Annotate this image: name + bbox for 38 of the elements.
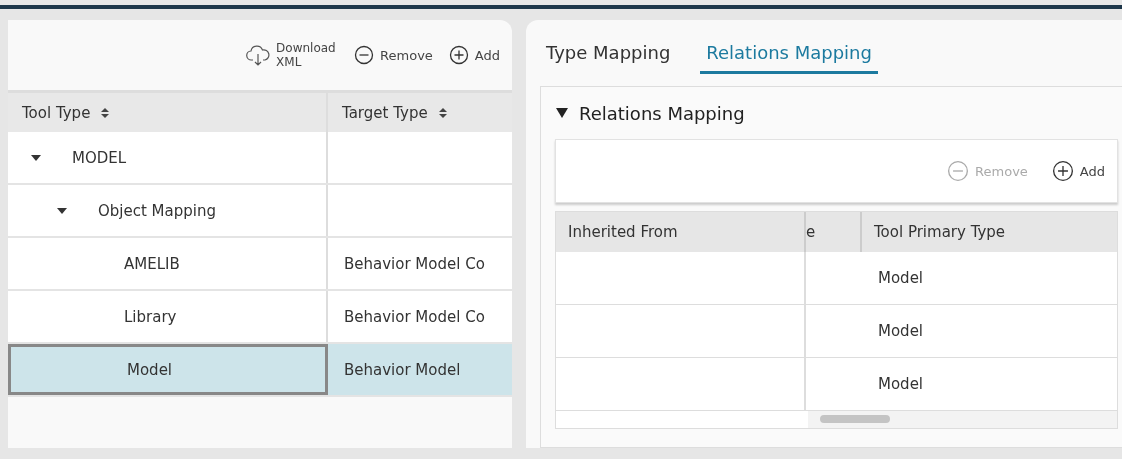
table-cell: Behavior Model Co [344, 254, 485, 273]
tree-label: Model [127, 360, 173, 379]
column-header[interactable]: Tool Primary Type [862, 212, 1117, 252]
sort-icon [100, 106, 111, 119]
table-cell: Model [878, 375, 924, 393]
tab[interactable]: Relations Mapping [700, 34, 878, 74]
remove-button[interactable]: Remove [352, 43, 435, 67]
plus-circle-icon [448, 45, 469, 65]
horizontal-scrollbar[interactable] [808, 411, 1117, 428]
add-button[interactable]: Add [1049, 158, 1107, 184]
caret-down-icon[interactable] [30, 153, 42, 162]
sort-icon [437, 106, 448, 119]
tree-label: Library [124, 307, 177, 326]
download-button[interactable]: Download XML [244, 39, 341, 71]
table-cell: Behavior Model Co [344, 307, 485, 326]
caret-down-icon[interactable] [555, 107, 569, 119]
tree-row[interactable]: MODEL [8, 132, 512, 185]
tree-row[interactable]: Object Mapping [8, 185, 512, 238]
minus-circle-icon [354, 45, 375, 65]
plus-circle-icon [1051, 160, 1074, 182]
caret-down-icon[interactable] [56, 206, 68, 215]
tree-row[interactable]: Library Behavior Model Co [8, 291, 512, 344]
section-title: Relations Mapping [579, 102, 745, 124]
table-cell: Model [878, 322, 924, 340]
tree-label: AMELIB [124, 254, 180, 273]
column-header[interactable]: Target Type [328, 93, 512, 132]
tree-row[interactable]: AMELIB Behavior Model Co [8, 238, 512, 291]
tree-label: MODEL [72, 148, 127, 167]
column-header[interactable]: e [806, 212, 862, 252]
table-cell: Behavior Model [344, 360, 461, 379]
tab[interactable]: Type Mapping [540, 34, 677, 74]
tree-label: Object Mapping [98, 201, 216, 220]
minus-circle-icon [947, 160, 970, 182]
tree-row[interactable]: Model Behavior Model [8, 344, 512, 397]
add-button[interactable]: Add [446, 43, 502, 67]
cloud-download-icon [246, 44, 271, 66]
table-cell: Model [878, 269, 924, 287]
column-header[interactable]: Inherited From [556, 212, 806, 252]
